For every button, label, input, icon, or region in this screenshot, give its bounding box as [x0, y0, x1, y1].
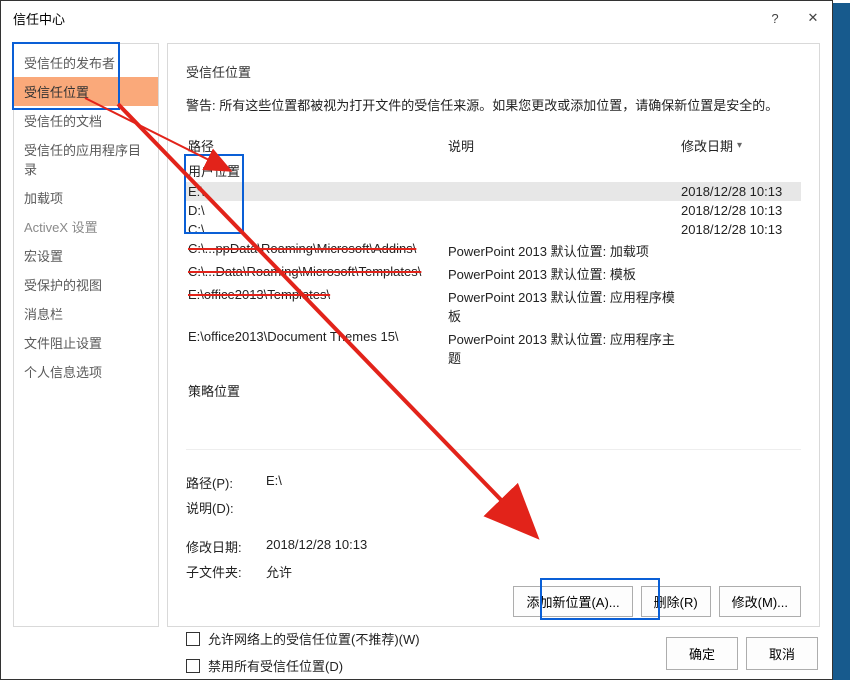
help-icon[interactable]: ? [756, 1, 794, 35]
remove-button[interactable]: 删除(R) [641, 586, 711, 617]
detail-date-value: 2018/12/28 10:13 [266, 537, 367, 556]
table-row[interactable]: E:\2018/12/28 10:13 [186, 182, 801, 201]
detail-path-label: 路径(P): [186, 473, 266, 492]
table-row[interactable]: C:\2018/12/28 10:13 [186, 220, 801, 239]
sidebar-item-label: 个人信息选项 [24, 365, 102, 380]
sidebar-item-label: 受信任的发布者 [24, 56, 115, 71]
warning-text: 警告: 所有这些位置都被视为打开文件的受信任来源。如果您更改或添加位置，请确保新… [186, 95, 801, 114]
detail-subfolder-value: 允许 [266, 562, 292, 581]
sidebar-item-message-bar[interactable]: 消息栏 [14, 299, 158, 328]
cancel-button[interactable]: 取消 [746, 637, 818, 670]
sidebar-item-app-catalog[interactable]: 受信任的应用程序目录 [14, 135, 158, 183]
sidebar-item-activex[interactable]: ActiveX 设置 [14, 212, 158, 241]
locations-table: 路径 说明 修改日期▾ 用户位置 E:\2018/12/28 10:13 D:\… [186, 132, 801, 450]
sidebar-item-label: 受信任的应用程序目录 [24, 143, 141, 177]
table-row[interactable]: D:\2018/12/28 10:13 [186, 201, 801, 220]
trust-center-dialog: 信任中心 ? ✕ 受信任的发布者 受信任位置 受信任的文档 受信任的应用程序目录… [0, 0, 833, 680]
sidebar-item-macro[interactable]: 宏设置 [14, 241, 158, 270]
group-user: 用户位置 [186, 159, 801, 182]
sidebar-item-label: 宏设置 [24, 249, 63, 264]
section-title: 受信任位置 [186, 62, 801, 81]
detail-subfolder-label: 子文件夹: [186, 562, 266, 581]
sidebar-item-file-block[interactable]: 文件阻止设置 [14, 328, 158, 357]
table-row[interactable]: C:\...ppData\Roaming\Microsoft\Addins\Po… [186, 239, 801, 262]
th-path[interactable]: 路径 [186, 136, 446, 155]
sidebar-item-label: 受信任的文档 [24, 114, 102, 129]
add-location-button[interactable]: 添加新位置(A)... [513, 586, 632, 617]
action-buttons: 添加新位置(A)... 删除(R) 修改(M)... [186, 586, 801, 617]
detail-desc-label: 说明(D): [186, 498, 266, 517]
location-details: 路径(P):E:\ 说明(D): 修改日期:2018/12/28 10:13 子… [186, 470, 801, 584]
sidebar-item-protected-view[interactable]: 受保护的视图 [14, 270, 158, 299]
main-panel: 受信任位置 警告: 所有这些位置都被视为打开文件的受信任来源。如果您更改或添加位… [167, 43, 820, 627]
sidebar-item-documents[interactable]: 受信任的文档 [14, 106, 158, 135]
th-desc[interactable]: 说明 [446, 136, 681, 155]
close-icon[interactable]: ✕ [794, 1, 832, 35]
sidebar-item-privacy[interactable]: 个人信息选项 [14, 357, 158, 386]
checkbox-icon [186, 632, 200, 646]
group-policy: 策略位置 [186, 379, 801, 402]
checkbox-icon [186, 659, 200, 673]
detail-date-label: 修改日期: [186, 537, 266, 556]
table-row[interactable]: C:\...Data\Roaming\Microsoft\Templates\P… [186, 262, 801, 285]
sidebar-item-locations[interactable]: 受信任位置 [14, 77, 158, 106]
ok-button[interactable]: 确定 [666, 637, 738, 670]
sidebar-item-label: 受保护的视图 [24, 278, 102, 293]
sidebar-item-label: 消息栏 [24, 307, 63, 322]
title-bar: 信任中心 ? ✕ [1, 1, 832, 35]
sidebar-item-label: 加载项 [24, 191, 63, 206]
detail-path-value: E:\ [266, 473, 282, 492]
sidebar-item-label: 受信任位置 [24, 85, 89, 100]
sidebar-item-label: ActiveX 设置 [24, 220, 98, 235]
window-title: 信任中心 [13, 9, 65, 28]
sidebar-item-label: 文件阻止设置 [24, 336, 102, 351]
modify-button[interactable]: 修改(M)... [719, 586, 801, 617]
chevron-down-icon: ▾ [737, 140, 742, 151]
table-header: 路径 说明 修改日期▾ [186, 132, 801, 159]
table-row[interactable]: E:\office2013\Document Themes 15\PowerPo… [186, 327, 801, 369]
sidebar-item-addins[interactable]: 加载项 [14, 183, 158, 212]
nav-sidebar: 受信任的发布者 受信任位置 受信任的文档 受信任的应用程序目录 加载项 Acti… [13, 43, 159, 627]
table-row[interactable]: E:\office2013\Templates\PowerPoint 2013 … [186, 285, 801, 327]
th-date[interactable]: 修改日期▾ [681, 136, 801, 155]
sidebar-item-publishers[interactable]: 受信任的发布者 [14, 48, 158, 77]
right-backdrop [833, 3, 850, 680]
